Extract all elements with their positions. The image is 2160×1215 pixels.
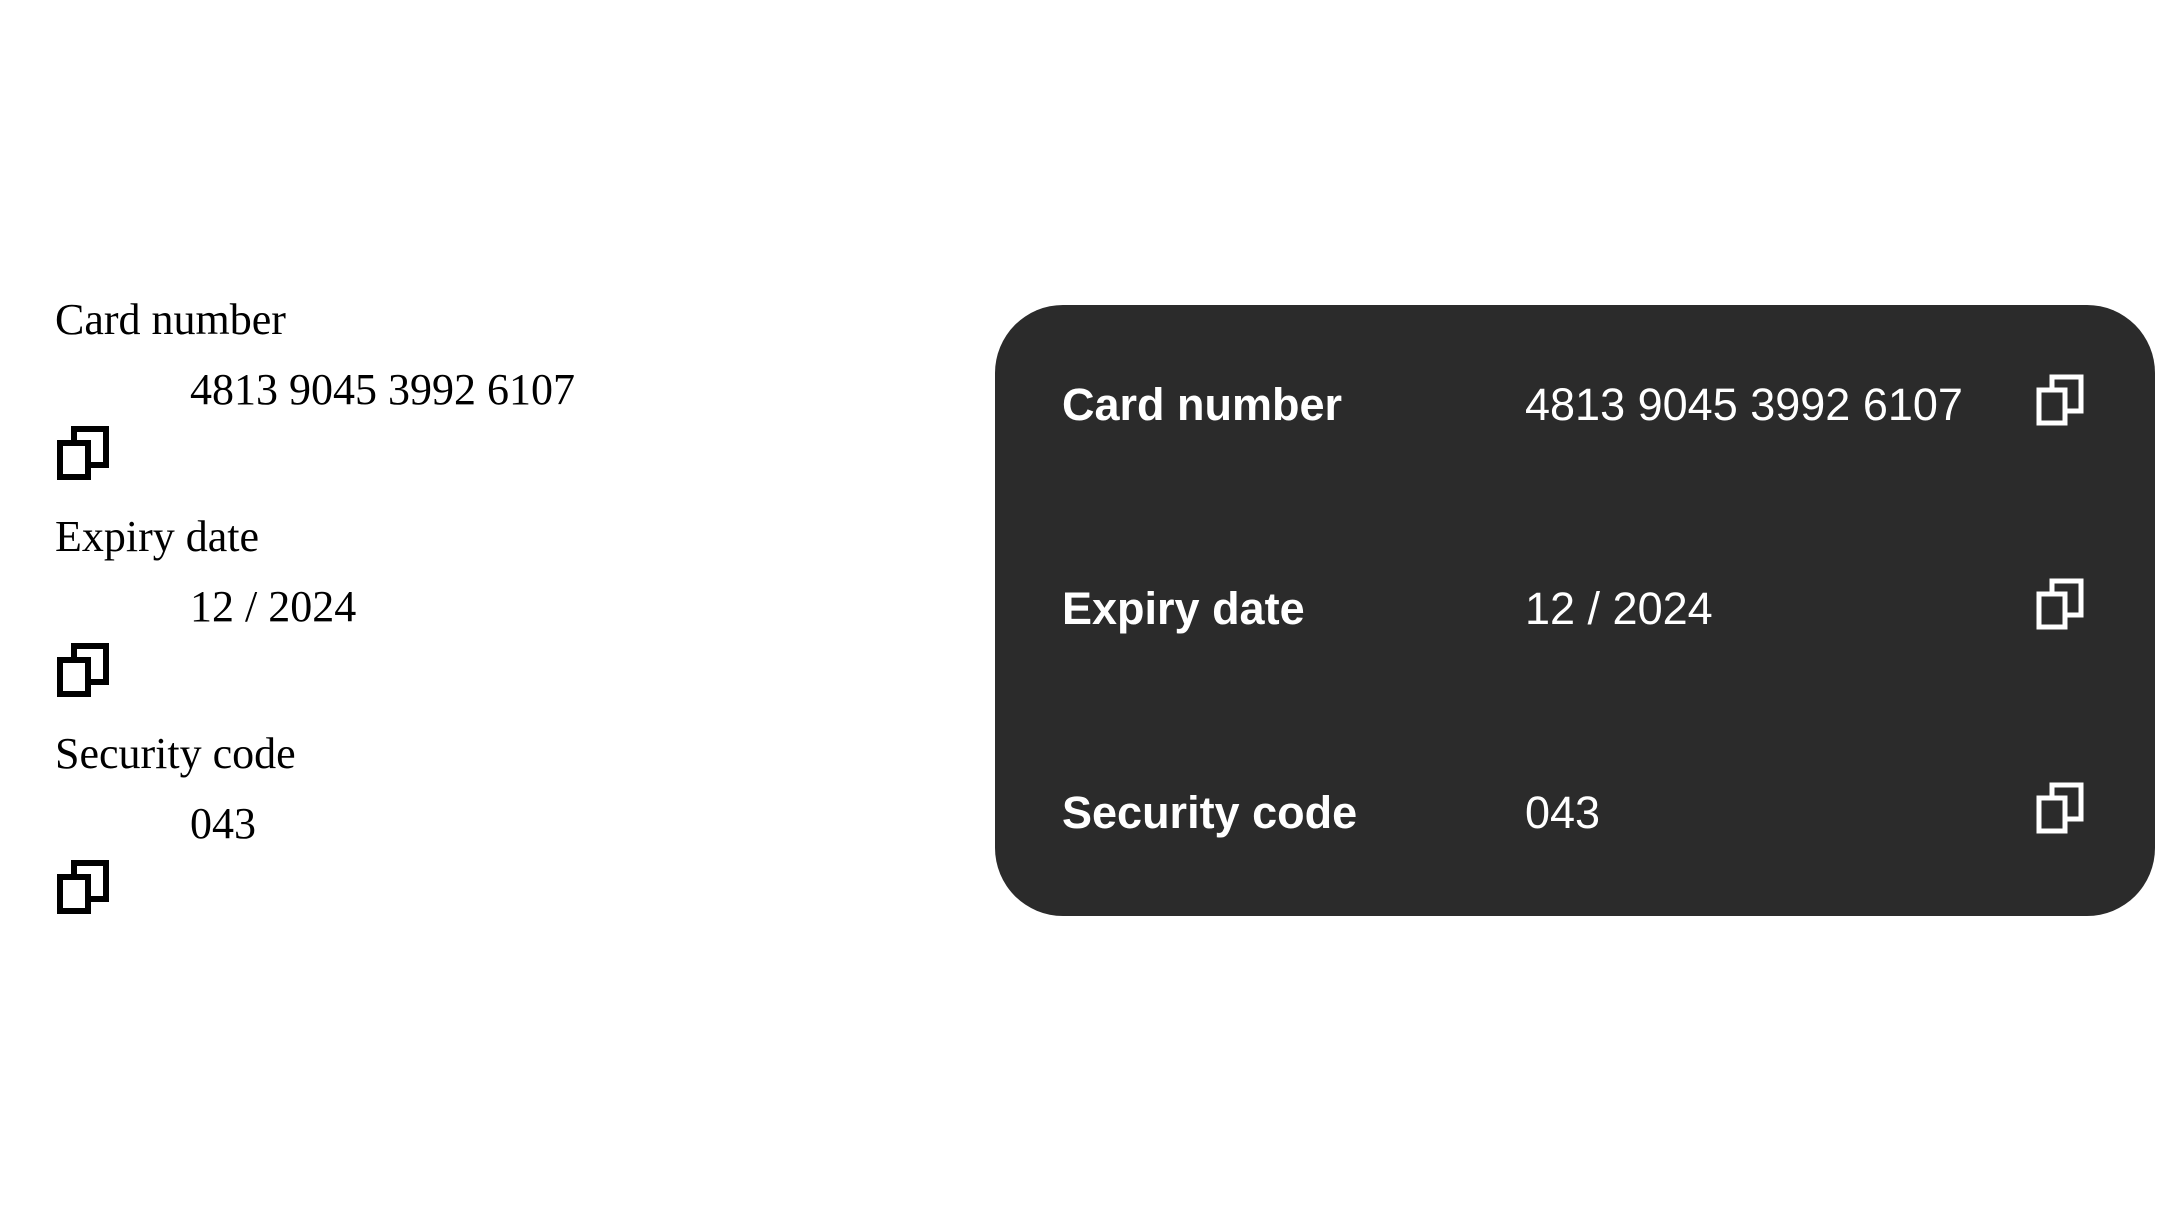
expiry-date-value: 12 / 2024 <box>190 582 357 631</box>
copy-security-code-button[interactable] <box>2035 781 2085 835</box>
security-code-label: Security code <box>55 729 296 778</box>
security-code-value: 043 <box>1525 787 1601 838</box>
copy-icon <box>57 860 109 914</box>
expiry-date-label: Expiry date <box>55 512 260 561</box>
copy-icon <box>2036 782 2084 834</box>
expiry-date-value: 12 / 2024 <box>1525 583 1713 634</box>
expiry-date-label: Expiry date <box>1062 583 1305 634</box>
card-number-label: Card number <box>1062 379 1343 430</box>
card-details-panel: Card number 4813 9045 3992 6107 Expiry d… <box>995 305 2155 916</box>
security-code-row: Security code 043 <box>995 773 2155 853</box>
copy-card-number-button[interactable] <box>56 425 110 481</box>
security-code-value: 043 <box>190 799 256 848</box>
copy-icon <box>2036 374 2084 426</box>
card-number-value: 4813 9045 3992 6107 <box>1525 379 1963 430</box>
copy-security-code-button[interactable] <box>56 859 110 915</box>
card-number-value: 4813 9045 3992 6107 <box>190 365 575 414</box>
card-number-row: Card number 4813 9045 3992 6107 <box>995 365 2155 445</box>
copy-card-number-button[interactable] <box>2035 373 2085 427</box>
copy-icon <box>57 426 109 480</box>
security-code-label: Security code <box>1062 787 1358 838</box>
copy-expiry-date-button[interactable] <box>2035 577 2085 631</box>
copy-icon <box>2036 578 2084 630</box>
copy-expiry-date-button[interactable] <box>56 642 110 698</box>
expiry-date-row: Expiry date 12 / 2024 <box>995 569 2155 649</box>
copy-icon <box>57 643 109 697</box>
card-number-label: Card number <box>55 295 286 344</box>
